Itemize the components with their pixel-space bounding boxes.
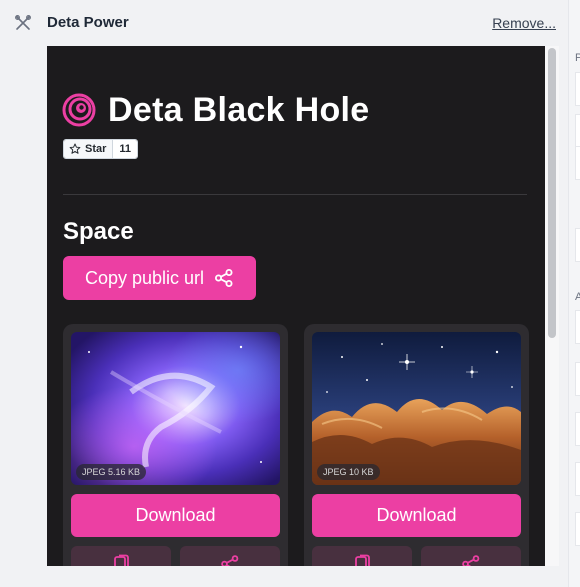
brand-header: Deta Black Hole	[62, 90, 370, 130]
image-card: JPEG 10 KB Download	[304, 324, 529, 566]
star-label: Star	[85, 143, 107, 155]
star-button[interactable]: Star	[64, 140, 114, 158]
app-title: Deta Power	[47, 14, 129, 31]
copy-link-button[interactable]	[312, 546, 412, 566]
side-panel-fragment: P	[575, 52, 580, 64]
side-panel-block	[575, 412, 580, 446]
cosmic-cliffs-image[interactable]	[312, 332, 521, 485]
side-panel-block	[575, 362, 580, 396]
file-info-badge: JPEG 10 KB	[317, 464, 380, 480]
divider	[63, 194, 527, 195]
remove-link[interactable]: Remove...	[492, 15, 556, 31]
side-panel-block	[575, 310, 580, 344]
copy-link-button[interactable]	[71, 546, 171, 566]
scrollbar-thumb[interactable]	[548, 48, 556, 338]
share-button[interactable]	[421, 546, 521, 566]
frame-scrollbar[interactable]	[545, 46, 559, 566]
extension-header: Deta Power Remove...	[0, 0, 568, 46]
bottom-strip	[0, 566, 568, 587]
share-icon	[215, 269, 233, 287]
nebula-image[interactable]	[71, 332, 280, 485]
image-card: JPEG 5.16 KB Download	[63, 324, 288, 566]
download-button[interactable]: Download	[312, 494, 521, 537]
side-panel-block	[575, 462, 580, 496]
black-hole-logo-icon	[62, 93, 96, 127]
share-icon	[462, 555, 480, 566]
copy-icon	[114, 554, 129, 566]
side-panel-fragment: A	[575, 291, 580, 303]
share-button[interactable]	[180, 546, 280, 566]
side-panel-block	[575, 146, 580, 180]
copy-url-label: Copy public url	[84, 267, 205, 288]
app-frame: Deta Black Hole Star 11 Space Copy publi…	[47, 46, 545, 566]
github-star-badge: Star 11	[63, 139, 139, 159]
star-count[interactable]: 11	[113, 140, 138, 158]
brand-title: Deta Black Hole	[108, 90, 370, 129]
side-panel-block	[575, 114, 580, 148]
star-icon	[69, 143, 81, 154]
share-icon	[221, 555, 239, 566]
copy-public-url-button[interactable]: Copy public url	[63, 256, 256, 300]
copy-icon	[355, 554, 370, 566]
right-side-panel: P A	[568, 0, 580, 587]
file-info-badge: JPEG 5.16 KB	[76, 464, 147, 480]
download-button[interactable]: Download	[71, 494, 280, 537]
side-panel-block	[575, 72, 580, 106]
side-panel-block	[575, 512, 580, 546]
tools-icon[interactable]	[14, 14, 32, 32]
side-panel-block	[575, 228, 580, 262]
section-title: Space	[63, 218, 134, 245]
